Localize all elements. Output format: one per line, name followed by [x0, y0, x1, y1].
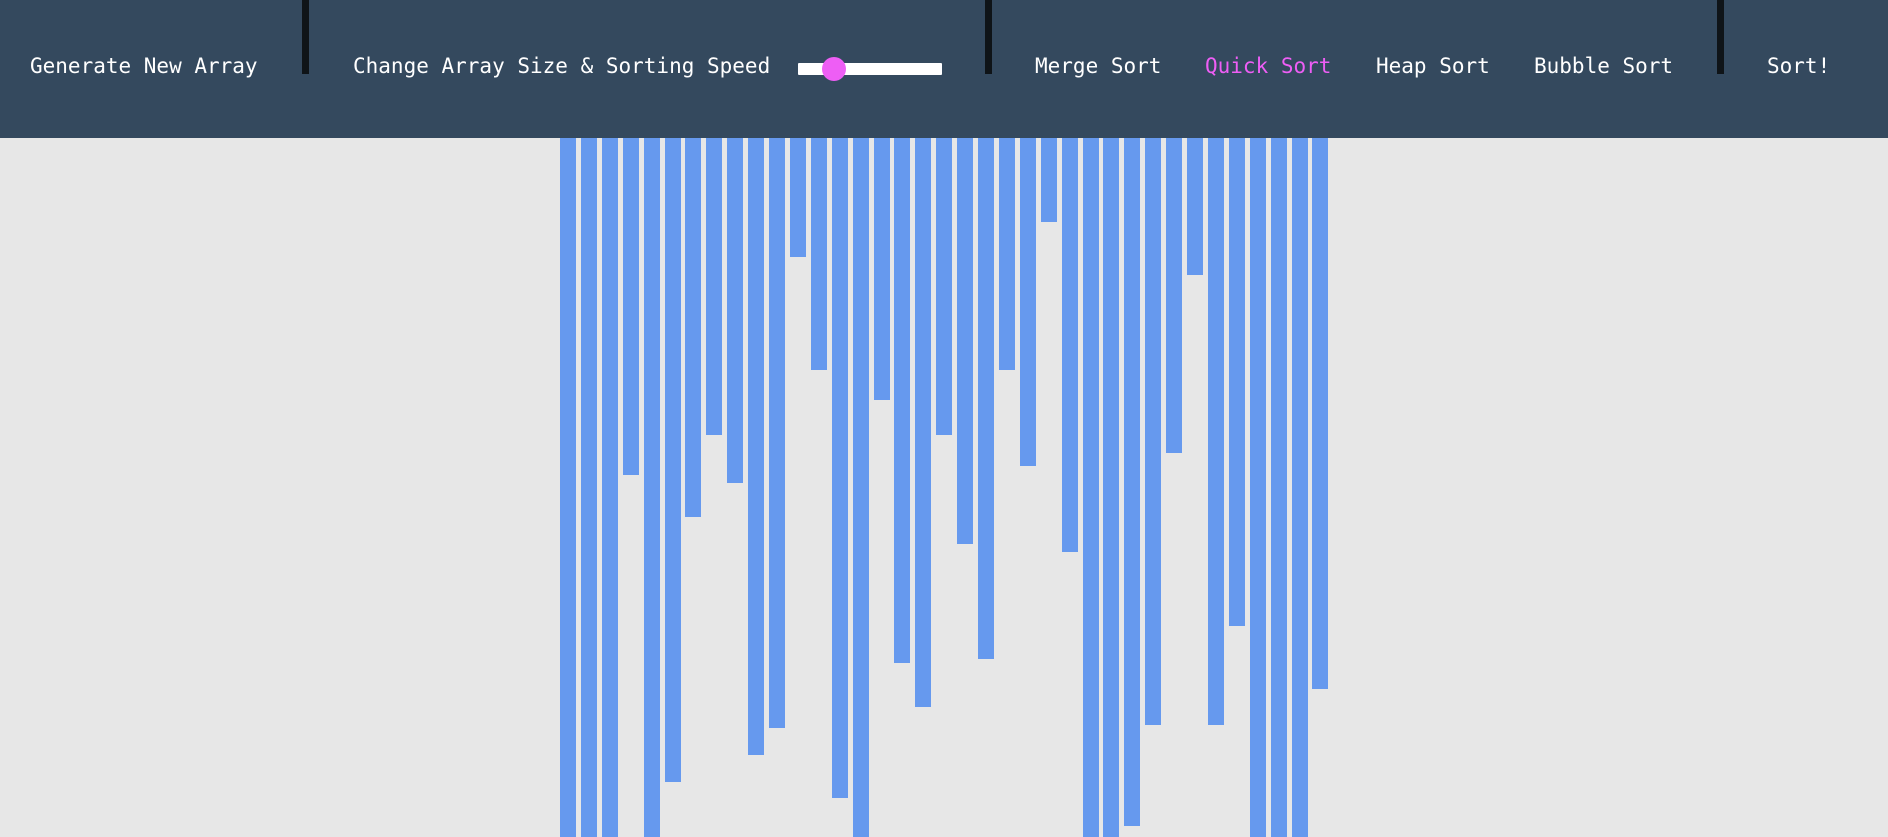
array-bar — [748, 138, 765, 755]
slider-thumb[interactable] — [822, 57, 846, 81]
array-bar — [1103, 138, 1120, 837]
array-bars — [560, 138, 1340, 837]
array-bar — [1040, 138, 1057, 222]
array-bar — [1291, 138, 1308, 837]
array-bar — [580, 138, 597, 837]
array-bar — [1082, 138, 1099, 837]
array-bar — [978, 138, 994, 659]
quick-sort-button[interactable]: Quick Sort — [1205, 50, 1331, 82]
sort-button[interactable]: Sort! — [1767, 50, 1830, 82]
array-bar — [1061, 138, 1078, 552]
toolbar-divider — [985, 0, 992, 74]
array-bar — [727, 138, 744, 483]
array-bar — [873, 138, 890, 400]
array-bar — [1312, 138, 1329, 689]
array-bar — [852, 138, 869, 837]
array-bar — [1019, 138, 1036, 466]
size-speed-slider[interactable] — [798, 57, 942, 81]
toolbar-divider — [302, 0, 309, 74]
array-bar — [789, 138, 806, 257]
array-bar — [1166, 138, 1183, 453]
array-bar — [706, 138, 723, 435]
bubble-sort-button[interactable]: Bubble Sort — [1534, 50, 1673, 82]
array-bar — [601, 138, 618, 837]
array-bar — [1228, 138, 1245, 626]
array-bar — [1249, 138, 1266, 837]
array-bar — [1187, 138, 1203, 275]
array-bar — [998, 138, 1015, 370]
array-bar — [957, 138, 974, 544]
array-bar — [643, 138, 660, 837]
array-bar — [685, 138, 702, 517]
array-bar — [831, 138, 848, 798]
array-bar — [769, 138, 785, 728]
heap-sort-button[interactable]: Heap Sort — [1376, 50, 1490, 82]
generate-new-array-button[interactable]: Generate New Array — [30, 50, 258, 82]
array-bar — [1207, 138, 1224, 725]
array-bar — [810, 138, 827, 370]
array-bar — [894, 138, 911, 663]
array-bar — [1124, 138, 1141, 826]
size-speed-label: Change Array Size & Sorting Speed — [353, 54, 771, 78]
array-bar — [622, 138, 639, 475]
array-bar — [936, 138, 953, 435]
array-bar — [560, 138, 576, 837]
array-bar — [915, 138, 932, 707]
merge-sort-button[interactable]: Merge Sort — [1035, 50, 1161, 82]
array-bar — [1145, 138, 1162, 725]
toolbar-divider — [1717, 0, 1724, 74]
array-bar — [1270, 138, 1287, 837]
toolbar: Generate New Array Change Array Size & S… — [0, 0, 1888, 138]
array-bar — [664, 138, 681, 782]
